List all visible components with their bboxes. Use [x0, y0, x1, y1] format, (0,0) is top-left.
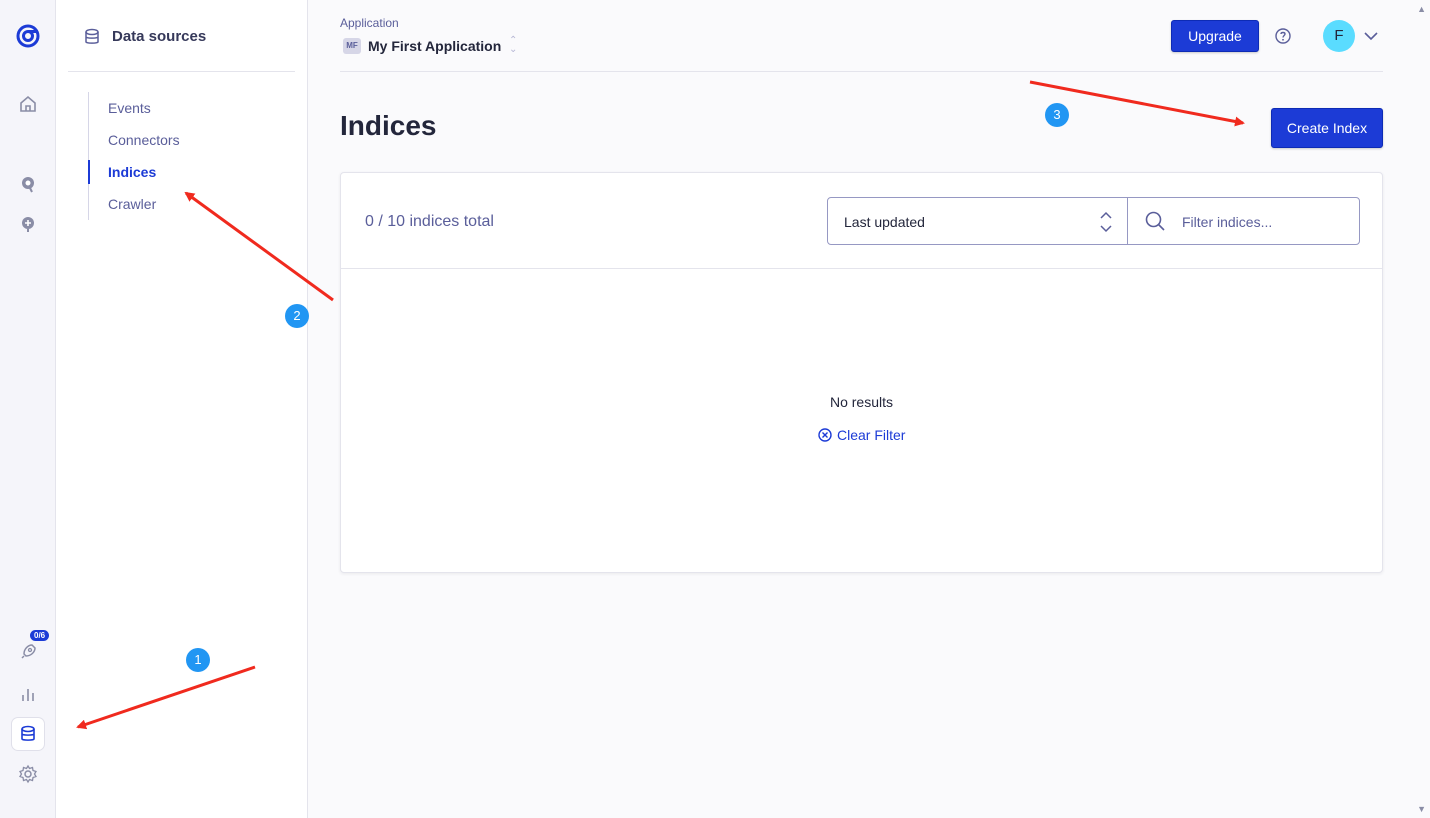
- step-marker-3: 3: [1045, 103, 1069, 127]
- sort-select[interactable]: Last updated: [827, 197, 1128, 245]
- step-marker-1: 1: [186, 648, 210, 672]
- application-selector[interactable]: My First Application: [368, 38, 501, 54]
- database-icon: [84, 28, 100, 51]
- page-scrollbar[interactable]: ▲ ▼: [1414, 0, 1430, 818]
- rocket-progress-badge: 0/6: [30, 630, 50, 641]
- indices-card: 0 / 10 indices total Last updated No res…: [340, 172, 1383, 573]
- header-divider: [340, 71, 1383, 72]
- analytics-icon[interactable]: [12, 678, 44, 710]
- help-icon[interactable]: [1274, 27, 1292, 50]
- indices-toolbar: 0 / 10 indices total Last updated: [341, 173, 1382, 269]
- scroll-down-icon[interactable]: ▼: [1417, 804, 1426, 814]
- sidebar-title: Data sources: [112, 28, 207, 45]
- sidebar-header: Data sources: [68, 0, 295, 72]
- chevron-down-icon[interactable]: [1363, 29, 1379, 48]
- chevron-up-down-icon[interactable]: ⌃ ⌄: [509, 36, 517, 55]
- step-marker-2: 2: [285, 304, 309, 328]
- upgrade-button[interactable]: Upgrade: [1171, 20, 1259, 52]
- user-avatar[interactable]: F: [1323, 20, 1355, 52]
- data-sources-sidebar: Data sources Events Connectors Indices C…: [56, 0, 308, 818]
- home-icon[interactable]: [12, 88, 44, 120]
- application-label: Application: [340, 16, 399, 30]
- sidebar-nav: Events Connectors Indices Crawler: [88, 92, 268, 220]
- page-title: Indices: [340, 110, 437, 141]
- close-circle-icon: [818, 428, 832, 442]
- app-avatar-badge[interactable]: MF: [343, 38, 361, 54]
- chevron-up-down-icon: [1099, 210, 1113, 239]
- algolia-logo-icon[interactable]: [12, 20, 44, 52]
- filter-indices-input[interactable]: [1182, 211, 1352, 233]
- clear-filter-label: Clear Filter: [837, 427, 906, 443]
- clear-filter-link[interactable]: Clear Filter: [818, 427, 905, 443]
- filter-field[interactable]: [1127, 197, 1360, 245]
- sidebar-item-indices[interactable]: Indices: [88, 156, 268, 188]
- sidebar-item-crawler[interactable]: Crawler: [89, 188, 268, 220]
- indices-count: 0 / 10 indices total: [365, 213, 494, 230]
- create-index-button[interactable]: Create Index: [1271, 108, 1383, 148]
- gear-icon[interactable]: [12, 758, 44, 790]
- recommend-icon[interactable]: [12, 208, 44, 240]
- sort-value: Last updated: [844, 214, 925, 230]
- empty-state-text: No results: [829, 394, 894, 410]
- sidebar-item-events[interactable]: Events: [89, 92, 268, 124]
- icon-rail: 0/6: [0, 0, 56, 818]
- scroll-up-icon[interactable]: ▲: [1417, 4, 1426, 14]
- search-icon[interactable]: [12, 168, 44, 200]
- search-icon: [1144, 210, 1166, 237]
- sidebar-item-connectors[interactable]: Connectors: [89, 124, 268, 156]
- database-icon[interactable]: [12, 718, 44, 750]
